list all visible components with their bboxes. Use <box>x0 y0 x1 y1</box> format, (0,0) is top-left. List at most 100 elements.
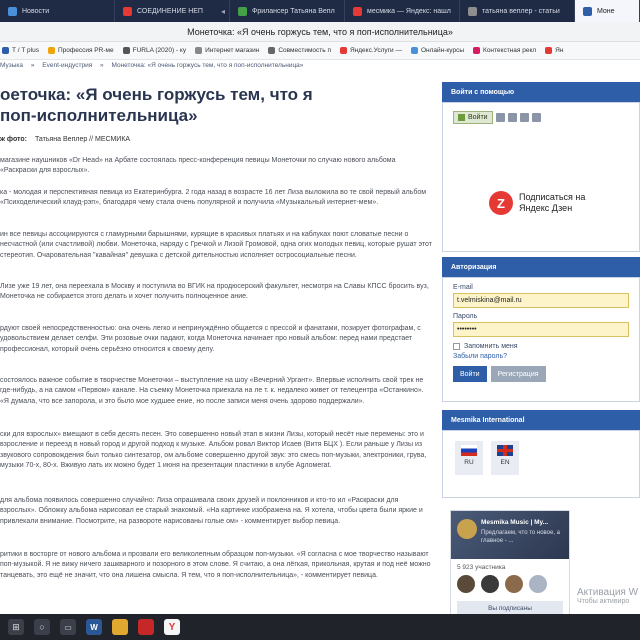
tab-label: СОЕДИНЕНИЕ НЕП <box>137 7 203 15</box>
youtube-favicon <box>123 6 132 16</box>
register-button[interactable]: Регистрация <box>490 366 546 382</box>
article-paragraph: для альбома появилось совершенно случайн… <box>0 497 423 525</box>
tab-monetochka[interactable]: Моне <box>575 0 640 22</box>
dzen-line2: Яндекс Дзен <box>519 203 573 213</box>
remember-checkbox[interactable] <box>453 343 460 350</box>
social-login-button[interactable]: Войти <box>453 111 493 124</box>
international-box: RU EN <box>442 430 640 498</box>
tab-articles[interactable]: татьяна веплер - статьи <box>460 0 575 22</box>
group-avatar <box>457 519 477 539</box>
tab-news[interactable]: Новости <box>0 0 115 22</box>
photo-credit: ж фото: Татьяна Веплер // МЕСМИКА <box>0 136 130 143</box>
bookmark-icon <box>47 47 55 54</box>
vk-members-count: 5 923 участника <box>457 564 506 571</box>
language-ru[interactable]: RU <box>455 441 483 475</box>
explorer-icon[interactable] <box>112 619 128 635</box>
avatar[interactable] <box>529 575 547 593</box>
language-en[interactable]: EN <box>491 441 519 475</box>
login-with-header: Войти с помощью <box>442 82 640 102</box>
mesmika-favicon <box>583 6 592 16</box>
photo-credit-value: Татьяна Веплер // МЕСМИКА <box>34 136 131 143</box>
os-taskbar: ⊞ ○ ▭ W Y <box>0 614 640 640</box>
bookmarks-bar: Т / T plus Профессия PR-ме FURLA (2020) … <box>0 42 640 60</box>
remember-label: Запомнить меня <box>464 343 518 350</box>
article-paragraph: Лизе уже 19 лет, она переехала в Москву … <box>0 283 429 301</box>
login-with-box: Войти Z Подписаться на Яндекс Дзен <box>442 102 640 252</box>
vk-widget-cover: Mesmika Music | My... Предлагаем, что то… <box>451 511 569 559</box>
tab-label: татьяна веплер - статьи <box>482 7 560 15</box>
news-favicon <box>8 6 17 16</box>
tab-freelancer[interactable]: Фрилансер Татьяна Вепл <box>230 0 345 22</box>
ok-icon[interactable] <box>507 113 517 122</box>
yandex-favicon <box>353 6 362 16</box>
bookmark-icon <box>473 47 481 54</box>
page-content: Музыка » Event-индустрия » Монеточка: «Я… <box>0 60 640 614</box>
bookmark-item[interactable]: Интернет магазин <box>195 47 259 54</box>
word-icon[interactable]: W <box>86 619 102 635</box>
bookmark-icon <box>195 47 203 54</box>
vk-group-widget: Mesmika Music | My... Предлагаем, что то… <box>450 510 570 614</box>
email-field[interactable]: t.velmiskina@mail.ru <box>453 293 629 308</box>
email-label: E-mail <box>453 284 473 291</box>
auth-box: E-mail t.velmiskina@mail.ru Пароль •••••… <box>442 277 640 402</box>
bookmark-icon <box>545 47 553 54</box>
browser-tab-bar: Новости СОЕДИНЕНИЕ НЕП ◂ Фрилансер Татья… <box>0 0 640 22</box>
pdf-icon[interactable] <box>138 619 154 635</box>
tab-label: Фрилансер Татьяна Вепл <box>252 7 335 15</box>
facebook-icon[interactable] <box>519 113 529 122</box>
bookmark-item[interactable]: Онлайн-курсы <box>410 47 464 54</box>
vk-subscribed-button[interactable]: Вы подписаны <box>457 601 563 614</box>
international-header: Mesmika International <box>442 410 640 430</box>
twitter-icon[interactable] <box>531 113 541 122</box>
password-label: Пароль <box>453 313 478 320</box>
bookmark-icon <box>122 47 130 54</box>
bookmark-item[interactable]: Совместимость п <box>268 47 331 54</box>
start-icon[interactable]: ⊞ <box>8 619 24 635</box>
bookmark-item[interactable]: Профессия PR-ме <box>47 47 114 54</box>
window-title-text: Монеточка: «Я очень горжусь тем, что я п… <box>187 26 453 37</box>
speaker-icon[interactable]: ◂ <box>221 7 225 16</box>
russia-flag-icon <box>461 445 477 456</box>
forgot-password-link[interactable]: Забыли пароль? <box>453 353 629 360</box>
bookmark-item[interactable]: Ян <box>545 47 563 54</box>
bookmark-icon <box>2 47 9 54</box>
search-icon[interactable]: ○ <box>34 619 50 635</box>
login-button[interactable]: Войти <box>453 366 487 382</box>
tab-label: месмика — Яндекс: нашл <box>367 7 451 15</box>
vk-group-tagline: Предлагаем, что то новое, а главное - ..… <box>481 530 560 544</box>
yandex-zen-icon: Z <box>489 191 513 215</box>
vk-member-avatars <box>451 571 569 597</box>
dzen-subscribe[interactable]: Z Подписаться на Яндекс Дзен <box>489 191 585 215</box>
yandex-browser-icon[interactable]: Y <box>164 619 180 635</box>
tab-youtube[interactable]: СОЕДИНЕНИЕ НЕП ◂ <box>115 0 230 22</box>
avatar[interactable] <box>505 575 523 593</box>
bookmark-item[interactable]: Яндекс.Услуги — <box>339 47 402 54</box>
bookmark-item[interactable]: Т / T plus <box>2 47 39 54</box>
article-paragraph: ин все певицы ассоциируются с гламурными… <box>0 231 432 259</box>
sidebar: Войти с помощью Войти Z Подписаться на Я… <box>442 82 640 614</box>
vk-icon[interactable] <box>495 113 505 122</box>
avatar[interactable] <box>457 575 475 593</box>
article-paragraph: ски для взрослых» вмещают в себя десять … <box>0 431 427 470</box>
bookmark-item[interactable]: Контекстная рекл <box>473 47 536 54</box>
dzen-line1: Подписаться на <box>519 192 586 202</box>
photo-credit-label: ж фото: <box>0 136 27 143</box>
tab-yandex-search[interactable]: месмика — Яндекс: нашл <box>345 0 460 22</box>
tab-label: Новости <box>22 7 50 15</box>
activation-watermark: Активация W Чтобы активиро <box>577 587 639 605</box>
window-title: Монеточка: «Я очень горжусь тем, что я п… <box>0 22 640 42</box>
password-field[interactable]: •••••••• <box>453 322 629 337</box>
bookmark-icon <box>339 47 347 54</box>
bookmark-item[interactable]: FURLA (2020) - ку <box>122 47 186 54</box>
vk-group-name[interactable]: Mesmika Music | My... <box>481 519 548 526</box>
task-view-icon[interactable]: ▭ <box>60 619 76 635</box>
page-favicon <box>468 6 477 16</box>
page-title: оеточка: «Я очень горжусь тем, что я поп… <box>0 85 313 125</box>
article-paragraph: магазине наушников «Dr Head» на Арбате с… <box>0 157 396 175</box>
tab-label: Моне <box>597 7 615 15</box>
freelancer-favicon <box>238 6 247 16</box>
avatar[interactable] <box>481 575 499 593</box>
article-paragraph: ка - молодая и перспективная певица из Е… <box>0 189 427 207</box>
article: оеточка: «Я очень горжусь тем, что я поп… <box>0 60 438 614</box>
bookmark-icon <box>268 47 276 54</box>
